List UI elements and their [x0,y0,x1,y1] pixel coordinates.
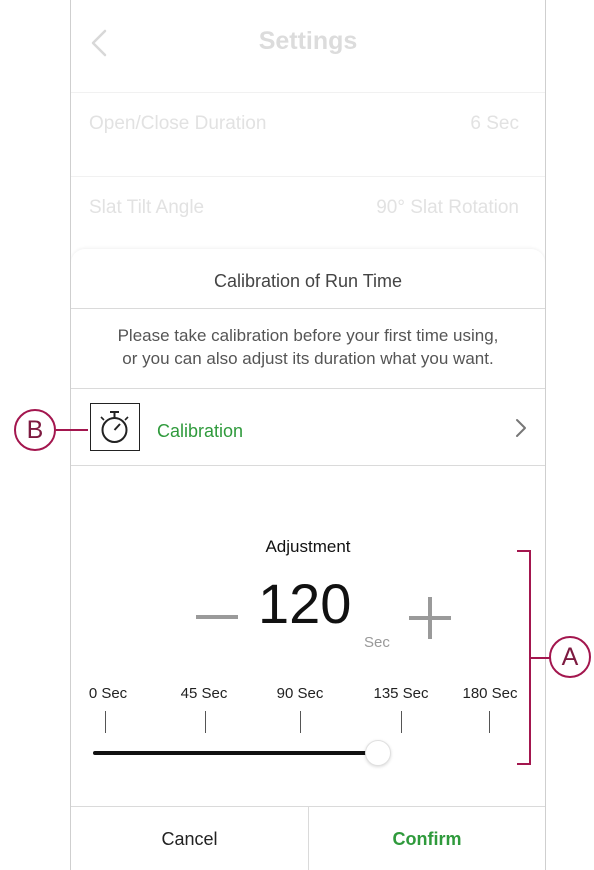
calibration-row[interactable]: Calibration [71,389,545,465]
adjustment-title: Adjustment [265,537,351,556]
calibration-sheet: Calibration of Run Time Please take cali… [71,249,545,870]
tick-mark [205,711,206,733]
setting-label: Slat Tilt Angle [89,197,205,218]
calibration-label: Calibration [157,421,244,441]
divider [71,308,545,309]
annotation-b-connector [56,429,88,431]
stopwatch-icon [90,403,140,451]
setting-row-open-close-duration[interactable]: Open/Close Duration 6 Sec [71,92,545,153]
divider [71,465,545,466]
description-line-1: Please take calibration before your firs… [117,326,499,345]
tick-label-0: 0 Sec [88,685,128,702]
slider-knob[interactable] [365,740,391,766]
tick-label-180: 180 Sec [462,685,518,702]
tick-mark [489,711,490,733]
header: Settings [71,0,545,88]
description-line-2: or you can also adjust its duration what… [122,349,494,368]
tick-mark [300,711,301,733]
setting-value: 90° Slat Rotation [376,197,519,218]
annotation-b: B [14,409,56,451]
sheet-title: Calibration of Run Time [213,271,403,291]
annotation-a: A [549,636,591,678]
setting-value: 6 Sec [470,113,519,134]
chevron-right-icon [516,419,526,437]
button-bar: Cancel Confirm [71,806,545,870]
setting-row-slat-tilt-angle[interactable]: Slat Tilt Angle 90° Slat Rotation [71,176,545,237]
annotation-a-bracket-bottom [517,763,531,765]
annotation-a-connector [531,657,551,659]
confirm-button[interactable]: Confirm [308,807,545,870]
tick-label-135: 135 Sec [373,685,429,702]
duration-unit: Sec [364,634,390,651]
phone-screen: Settings Open/Close Duration 6 Sec Slat … [70,0,546,870]
minus-icon[interactable] [196,615,238,619]
slider-track[interactable] [93,751,378,755]
tick-label-90: 90 Sec [276,685,324,702]
description: Please take calibration before your firs… [71,324,545,370]
setting-label: Open/Close Duration [89,113,267,134]
tick-mark [401,711,402,733]
page-title: Settings [258,27,358,55]
plus-icon[interactable] [407,595,453,641]
annotation-a-bracket-top [517,550,531,552]
duration-value: 120 [258,572,352,635]
cancel-button[interactable]: Cancel [71,807,308,870]
tick-mark [105,711,106,733]
tick-label-45: 45 Sec [180,685,228,702]
